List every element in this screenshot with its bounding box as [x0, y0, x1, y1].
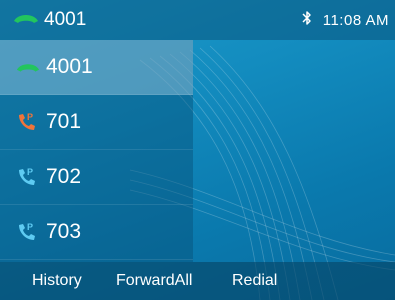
svg-text:P: P [27, 112, 33, 122]
line-label: 703 [46, 220, 82, 243]
account-number: 4001 [44, 9, 87, 30]
status-bar: 4001 11:08 AM [0, 0, 395, 40]
line-keys: 4001 P 701 P 702 P 703 [0, 40, 193, 262]
softkey-forwardall[interactable]: ForwardAll [116, 262, 192, 300]
svg-text:P: P [27, 167, 33, 177]
handset-icon [16, 56, 40, 78]
line-key-702[interactable]: P 702 [0, 150, 193, 205]
line-key-703[interactable]: P 703 [0, 205, 193, 260]
softkey-bar: History ForwardAll Redial [0, 262, 395, 300]
blf-phone-icon: P [16, 221, 40, 243]
clock: 11:08 AM [322, 11, 389, 29]
phone-screen: 4001 11:08 AM 4001 P 701 P 702 P 703 His… [0, 0, 395, 300]
line-key-4001[interactable]: 4001 [0, 40, 193, 95]
status-account: 4001 [12, 7, 86, 33]
svg-text:P: P [27, 222, 33, 232]
handset-icon [12, 9, 40, 31]
bluetooth-icon [301, 10, 313, 30]
line-label: 4001 [46, 55, 93, 78]
softkey-history[interactable]: History [32, 262, 82, 300]
blf-phone-icon: P [16, 111, 40, 133]
softkey-redial[interactable]: Redial [232, 262, 277, 300]
blf-phone-icon: P [16, 166, 40, 188]
status-right: 11:08 AM [301, 7, 389, 33]
line-key-701[interactable]: P 701 [0, 95, 193, 150]
line-label: 702 [46, 165, 82, 188]
line-label: 701 [46, 110, 82, 133]
